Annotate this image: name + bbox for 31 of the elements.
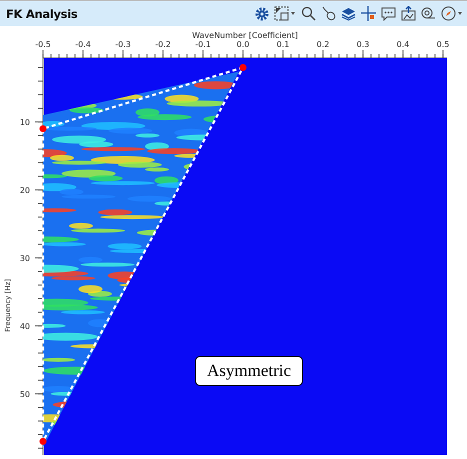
tick-label: 0.2 bbox=[316, 40, 330, 49]
tick-label: -0.5 bbox=[35, 40, 51, 49]
tick-label: 30 bbox=[20, 254, 30, 263]
tick-label: 0.5 bbox=[436, 40, 450, 49]
tick-label: -0.1 bbox=[195, 40, 211, 49]
annotation-label: Asymmetric bbox=[195, 356, 304, 386]
tick-label: 10 bbox=[20, 118, 30, 127]
layers-icon[interactable] bbox=[341, 6, 356, 20]
tick-label: -0.3 bbox=[115, 40, 131, 49]
export-icon[interactable] bbox=[401, 6, 416, 21]
select-region-icon[interactable] bbox=[274, 6, 296, 21]
tick-label: -0.2 bbox=[155, 40, 171, 49]
pointer-icon[interactable] bbox=[321, 6, 336, 21]
tick-label: 40 bbox=[20, 322, 30, 331]
tick-label: 0.0 bbox=[236, 40, 250, 49]
tick-label: 0.1 bbox=[276, 40, 290, 49]
vertex-marker bbox=[40, 438, 46, 445]
axis-title: WaveNumber [Coefficient] bbox=[192, 31, 298, 40]
tick-label: 0.3 bbox=[356, 40, 370, 49]
settings-icon[interactable] bbox=[255, 6, 269, 20]
window-title: FK Analysis bbox=[6, 6, 78, 20]
tick-label: -0.4 bbox=[75, 40, 91, 49]
search-icon[interactable] bbox=[301, 6, 316, 21]
vertex-marker bbox=[40, 125, 46, 132]
crosshair-icon[interactable] bbox=[361, 6, 376, 21]
tick-label: 0.4 bbox=[396, 40, 410, 49]
tick-label: 50 bbox=[20, 390, 30, 399]
vertex-marker bbox=[240, 64, 246, 72]
comment-icon[interactable] bbox=[381, 6, 396, 20]
compass-icon[interactable] bbox=[441, 6, 463, 21]
tick-label: 20 bbox=[20, 186, 30, 195]
